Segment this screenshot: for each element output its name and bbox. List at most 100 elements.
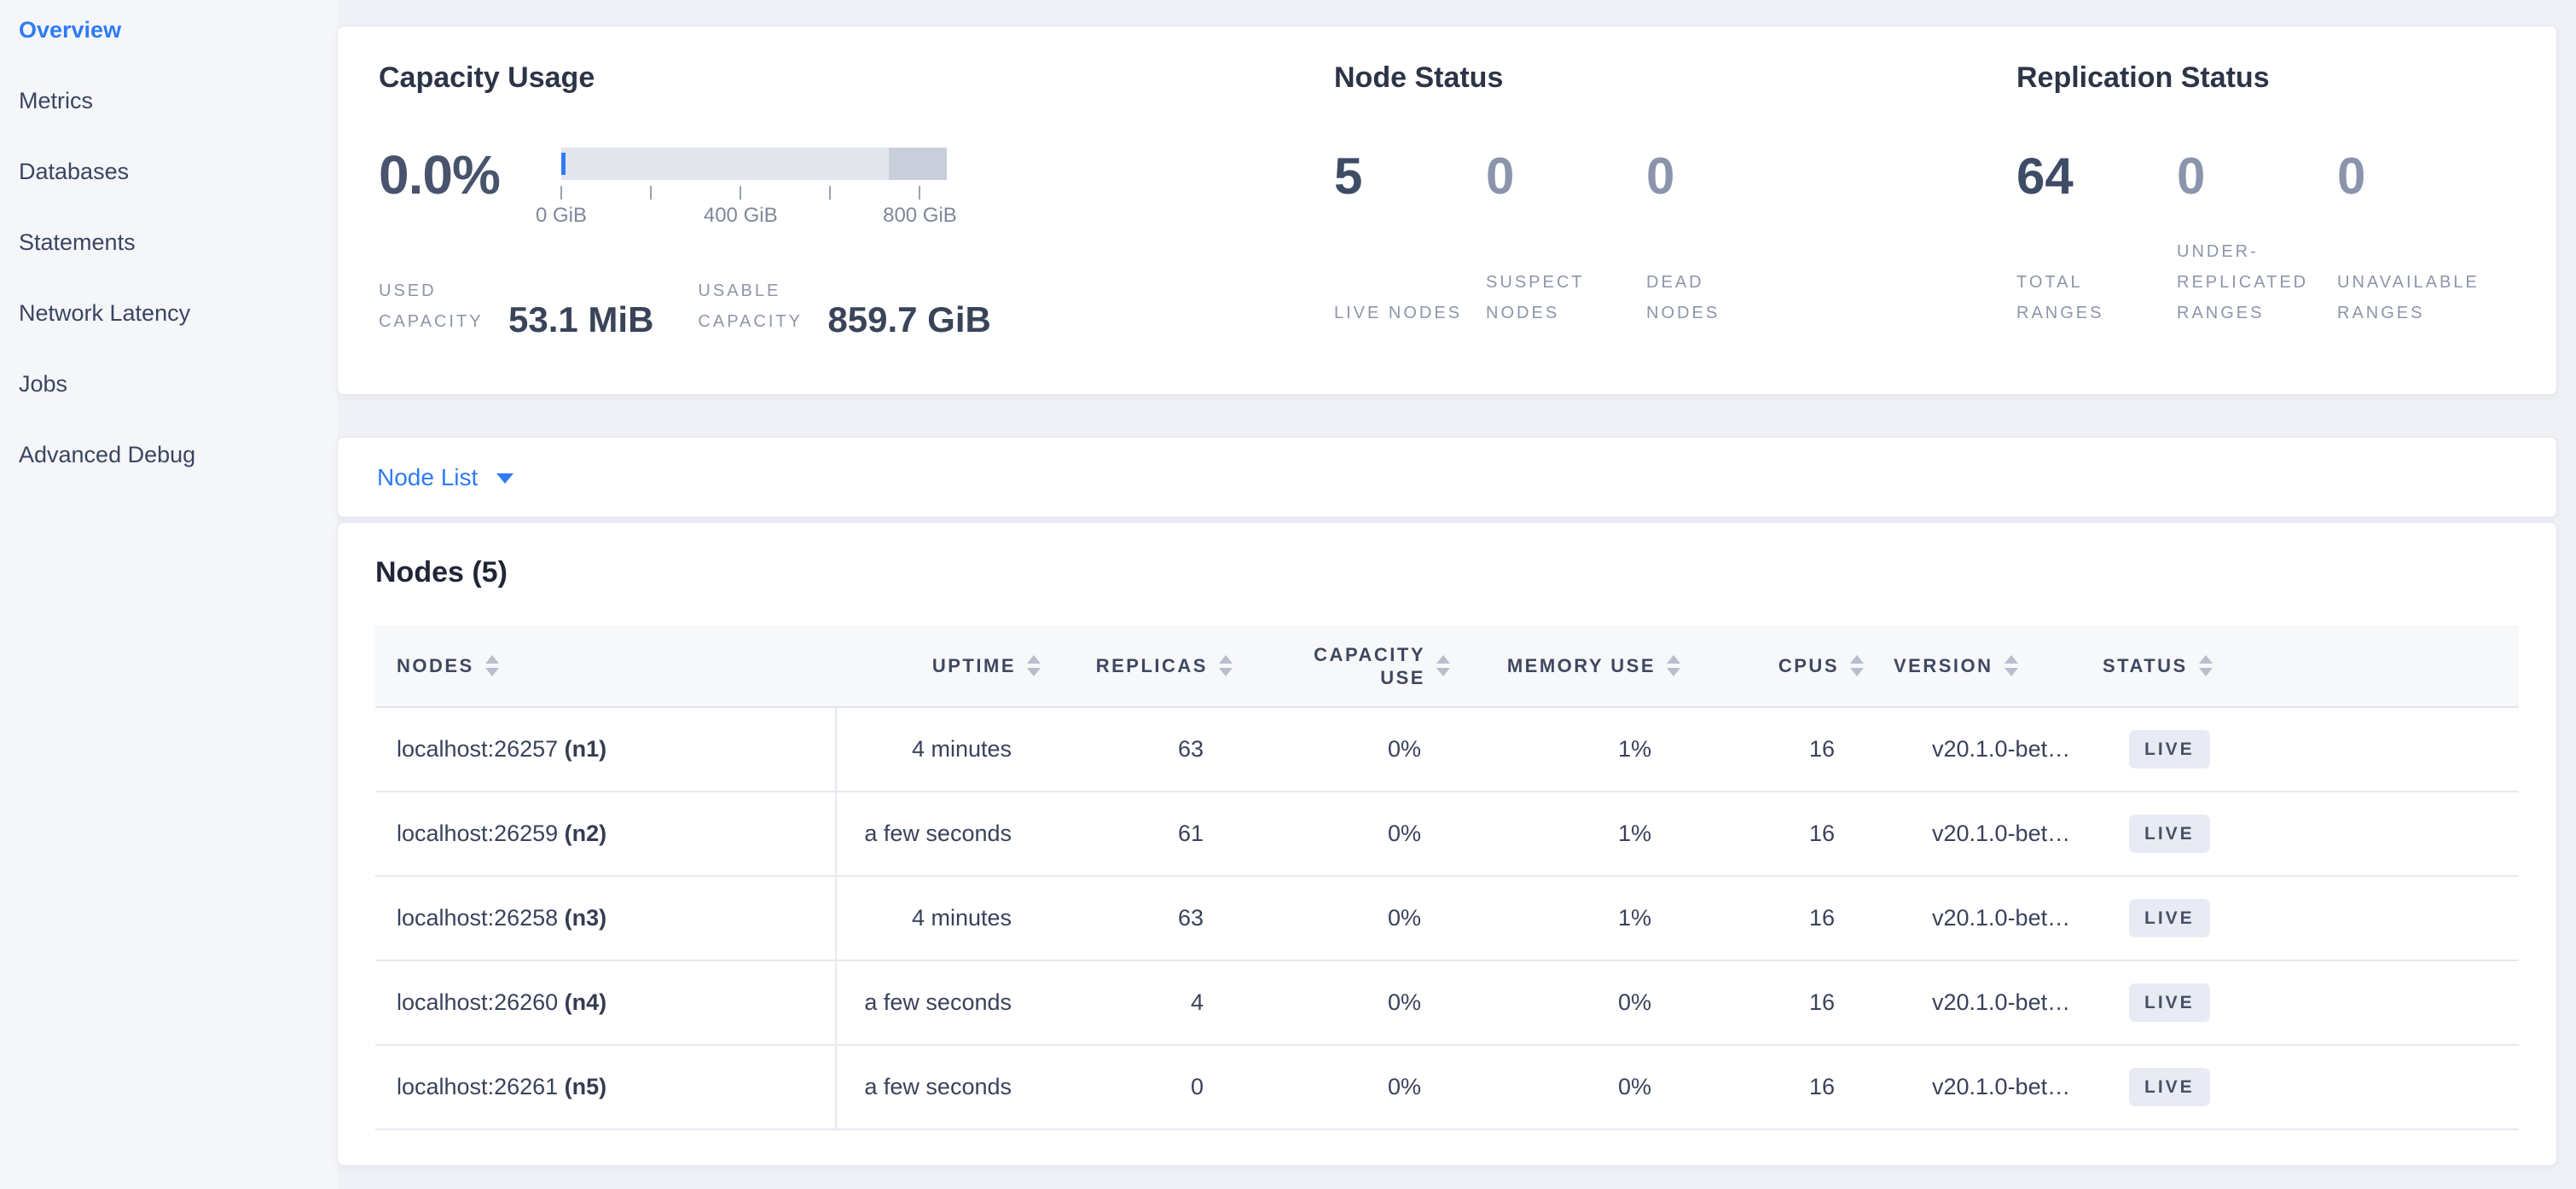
- column-header-label: VERSION: [1894, 654, 1993, 677]
- node-address: localhost:26261: [397, 1074, 565, 1099]
- metric-label: TOTAL RANGES: [2016, 267, 2153, 328]
- axis-tick-label: 0 GiB: [536, 204, 587, 228]
- stat-label: USABLE CAPACITY: [698, 276, 809, 337]
- node-status-metric-live-nodes: 5LIVE NODES: [1334, 144, 1462, 328]
- sidebar-item-network-latency[interactable]: Network Latency: [0, 297, 337, 329]
- sort-icon[interactable]: [2005, 655, 2018, 676]
- node-name-cell: localhost:26258 (n3): [375, 876, 836, 960]
- axis-tick-label: 400 GiB: [704, 204, 778, 228]
- metric-label-box: DEAD NODES: [1646, 228, 1783, 328]
- column-header-status[interactable]: STATUS: [2081, 625, 2519, 707]
- sort-icon[interactable]: [1667, 655, 1680, 676]
- sidebar-item-metrics[interactable]: Metrics: [0, 84, 337, 117]
- sort-down-arrow-icon: [1027, 668, 1041, 676]
- cluster-summary-card: Capacity Usage 0.0% 0 GiB400 GiB800 GiB …: [337, 26, 2557, 395]
- capacity-use-cell: 0%: [1241, 1045, 1459, 1129]
- status-badge: LIVE: [2129, 730, 2210, 768]
- sort-icon[interactable]: [485, 655, 499, 676]
- sort-icon[interactable]: [1436, 655, 1450, 676]
- metric-label-box: SUSPECT NODES: [1486, 228, 1622, 328]
- replicas-cell: 63: [1049, 707, 1241, 792]
- capacity-stat: USED CAPACITY53.1 MiB: [379, 276, 653, 337]
- capacity-bar-chart: 0 GiB400 GiB800 GiB: [561, 148, 947, 229]
- node-status-title: Node Status: [1334, 61, 2016, 95]
- cpus-cell: 16: [1689, 876, 1872, 960]
- capacity-used-tick: [561, 153, 566, 175]
- sort-down-arrow-icon: [1850, 668, 1864, 676]
- sort-up-arrow-icon: [1027, 655, 1041, 664]
- capacity-stats: USED CAPACITY53.1 MiB USABLE CAPACITY 859.…: [379, 276, 1334, 337]
- sort-up-arrow-icon: [1667, 655, 1680, 664]
- sort-icon[interactable]: [1850, 655, 1864, 676]
- replication-metrics: 64TOTAL RANGES0UNDER-REPLICATED RANGES0U…: [2016, 144, 2515, 328]
- capacity-axis-labels: 0 GiB400 GiB800 GiB: [561, 204, 947, 229]
- table-row[interactable]: localhost:26257 (n1)4 minutes630%1%16v20…: [375, 707, 2519, 792]
- axis-tick: [919, 186, 920, 200]
- column-header-cpus[interactable]: CPUS: [1689, 625, 1872, 707]
- axis-tick: [740, 186, 741, 200]
- replication-metric-unavailable-ranges: 0UNAVAILABLE RANGES: [2337, 144, 2474, 328]
- sort-up-arrow-icon: [1436, 655, 1450, 664]
- node-id: (n4): [565, 989, 607, 1015]
- column-header-version[interactable]: VERSION: [1872, 625, 2081, 707]
- table-row[interactable]: localhost:26259 (n2)a few seconds610%1%1…: [375, 792, 2519, 876]
- status-cell: LIVE: [2081, 707, 2519, 792]
- nodes-table-card: Nodes (5) NODESUPTIMEREPLICASCAPACITYUSE…: [337, 522, 2557, 1166]
- capacity-use-cell: 0%: [1241, 792, 1459, 876]
- sort-icon[interactable]: [2199, 655, 2213, 676]
- column-header-replicas[interactable]: REPLICAS: [1049, 625, 1241, 707]
- sidebar-item-overview[interactable]: Overview: [0, 14, 337, 46]
- stat-value: 859.7 GiB: [827, 301, 990, 339]
- node-list-dropdown[interactable]: Node List: [377, 464, 513, 491]
- column-header-inner: MEMORY USE: [1459, 654, 1689, 677]
- sidebar-item-jobs[interactable]: Jobs: [0, 368, 337, 400]
- metric-label: LIVE NODES: [1334, 298, 1462, 328]
- metric-label-box: TOTAL RANGES: [2016, 228, 2153, 328]
- capacity-usage-figure: 0.0% 0 GiB400 GiB800 GiB: [379, 144, 1334, 229]
- sort-up-arrow-icon: [485, 655, 499, 664]
- capacity-use-cell: 0%: [1241, 876, 1459, 960]
- column-header-label: STATUS: [2103, 654, 2188, 677]
- column-header-nodes[interactable]: NODES: [375, 625, 836, 707]
- capacity-axis-ticks: [561, 186, 947, 200]
- status-badge: LIVE: [2129, 1068, 2210, 1106]
- axis-tick-label: 800 GiB: [883, 204, 957, 228]
- uptime-cell: a few seconds: [836, 960, 1049, 1045]
- version-cell: v20.1.0-bet…: [1872, 1045, 2081, 1129]
- node-status-metric-dead-nodes: 0 DEAD NODES: [1646, 144, 1783, 328]
- replicas-cell: 4: [1049, 960, 1241, 1045]
- column-header-label: CPUS: [1778, 654, 1839, 677]
- node-id: (n5): [565, 1074, 607, 1099]
- node-list-dropdown-card: Node List: [337, 437, 2557, 518]
- cpus-cell: 16: [1689, 707, 1872, 792]
- table-row[interactable]: localhost:26261 (n5)a few seconds00%0%16…: [375, 1045, 2519, 1129]
- replication-metric-under-replicated-ranges: 0UNDER-REPLICATED RANGES: [2177, 144, 2313, 328]
- sort-up-arrow-icon: [1219, 655, 1233, 664]
- column-header-uptime[interactable]: UPTIME: [836, 625, 1049, 707]
- table-row[interactable]: localhost:26258 (n3)4 minutes630%1%16v20…: [375, 876, 2519, 960]
- node-address: localhost:26257: [397, 736, 565, 762]
- uptime-cell: a few seconds: [836, 792, 1049, 876]
- column-header-capacity_use[interactable]: CAPACITYUSE: [1241, 625, 1459, 707]
- node-address: localhost:26260: [397, 989, 565, 1015]
- column-header-label: MEMORY USE: [1507, 654, 1656, 677]
- sort-icon[interactable]: [1219, 655, 1233, 676]
- table-row[interactable]: localhost:26260 (n4)a few seconds40%0%16…: [375, 960, 2519, 1045]
- axis-tick: [829, 186, 831, 200]
- sort-icon[interactable]: [1027, 655, 1041, 676]
- column-header-inner: NODES: [375, 654, 836, 677]
- sidebar-item-statements[interactable]: Statements: [0, 226, 337, 258]
- status-cell: LIVE: [2081, 1045, 2519, 1129]
- column-header-inner: CAPACITYUSE: [1241, 643, 1459, 689]
- sort-down-arrow-icon: [2199, 668, 2213, 676]
- sidebar-item-databases[interactable]: Databases: [0, 155, 337, 188]
- sidebar-item-advanced-debug[interactable]: Advanced Debug: [0, 438, 337, 471]
- sort-down-arrow-icon: [1436, 668, 1450, 676]
- column-header-inner: VERSION: [1872, 654, 2081, 677]
- status-cell: LIVE: [2081, 792, 2519, 876]
- uptime-cell: a few seconds: [836, 1045, 1049, 1129]
- column-header-memory_use[interactable]: MEMORY USE: [1459, 625, 1689, 707]
- metric-value: 0: [1646, 144, 1783, 209]
- column-header-label: CAPACITYUSE: [1314, 643, 1425, 689]
- capacity-use-cell: 0%: [1241, 960, 1459, 1045]
